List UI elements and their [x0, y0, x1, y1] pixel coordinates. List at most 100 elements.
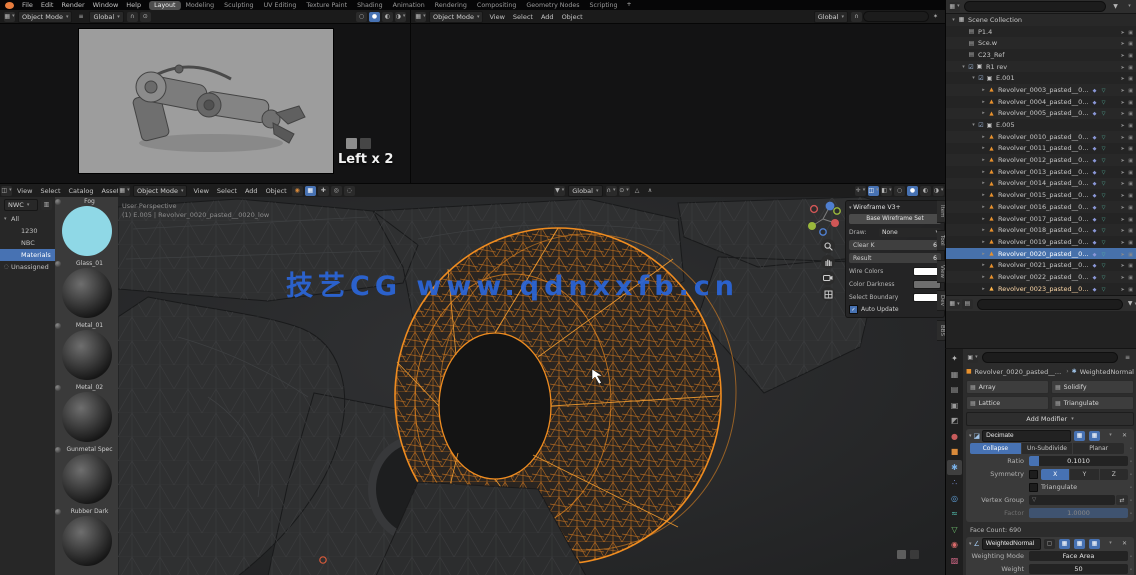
- workspace-tab[interactable]: Rendering: [430, 1, 472, 10]
- properties-options-icon[interactable]: ≡: [1122, 353, 1133, 363]
- properties-search-input[interactable]: [982, 352, 1118, 363]
- properties-tab-icon[interactable]: ■: [947, 444, 962, 460]
- outliner-row[interactable]: ▸ Revolver_0011_pasted__0011_low: [946, 143, 1136, 155]
- menu-item[interactable]: Add: [241, 187, 262, 195]
- np-value-button[interactable]: Clear K 6: [849, 240, 941, 250]
- properties-tab-icon[interactable]: ◉: [947, 537, 962, 553]
- visibility-toggles[interactable]: [1108, 63, 1136, 71]
- menu-item[interactable]: Window: [89, 1, 123, 9]
- visibility-toggles[interactable]: [1108, 86, 1136, 94]
- proportional-edit-icon[interactable]: ⊙: [140, 12, 151, 22]
- favorite-modifier-button[interactable]: Triangulate: [1051, 396, 1134, 410]
- factor-slider[interactable]: 1.0000: [1029, 508, 1128, 518]
- visibility-toggles[interactable]: [1108, 156, 1136, 164]
- search-input[interactable]: [977, 299, 1123, 310]
- expand-caret[interactable]: ▸: [980, 169, 987, 175]
- expand-caret[interactable]: ▸: [980, 110, 987, 116]
- favorite-modifier-button[interactable]: Array: [966, 380, 1049, 394]
- menu-item[interactable]: View: [485, 13, 508, 21]
- expand-caret[interactable]: ▸: [980, 99, 987, 105]
- outliner-row[interactable]: C23_Ref: [946, 49, 1136, 61]
- outliner-row[interactable]: ▸ Revolver_0003_pasted__0003_low: [946, 84, 1136, 96]
- visibility-toggles[interactable]: [1108, 39, 1136, 47]
- catalog-item[interactable]: Materials: [0, 249, 55, 261]
- filter-funnel-icon[interactable]: ▼: [1127, 299, 1136, 309]
- properties-tab-icon[interactable]: ∴: [947, 475, 962, 491]
- expand-caret[interactable]: ▸: [980, 286, 987, 292]
- catalog-item[interactable]: ▾ All: [0, 213, 55, 225]
- overlays-toggle-icon[interactable]: ◫: [868, 186, 879, 196]
- expand-caret[interactable]: ▾: [950, 17, 957, 23]
- expand-caret[interactable]: ▸: [980, 145, 987, 151]
- outliner-row[interactable]: ▾ E.005: [946, 119, 1136, 131]
- library-dropdown[interactable]: NWC: [4, 199, 38, 211]
- outliner-row[interactable]: ▾ Scene Collection: [946, 14, 1136, 26]
- expand-caret[interactable]: ▸: [980, 204, 987, 210]
- menu-item[interactable]: Edit: [37, 1, 58, 9]
- outliner-row[interactable]: ▸ Revolver_0013_pasted__0013_low: [946, 166, 1136, 178]
- editor-type-icon[interactable]: ◫: [1, 186, 12, 196]
- setting-value[interactable]: 50: [1029, 564, 1128, 574]
- filter-funnel-icon[interactable]: ▼: [1110, 2, 1121, 12]
- decimate-mode-button[interactable]: Planar: [1073, 443, 1124, 454]
- on-cage-toggle[interactable]: ▦: [1059, 539, 1070, 549]
- outliner-display-mode-icon[interactable]: ▦: [949, 2, 960, 12]
- outliner-search-input[interactable]: [964, 1, 1106, 12]
- outliner-row[interactable]: ▸ Revolver_0021_pasted__0021_low: [946, 259, 1136, 271]
- solid-shading-icon[interactable]: ●: [907, 186, 918, 196]
- menu-item[interactable]: View: [13, 187, 36, 195]
- perspective-toggle-button[interactable]: [821, 287, 835, 301]
- mirror-icon[interactable]: △: [632, 186, 643, 196]
- modifier-name-field[interactable]: [982, 430, 1071, 442]
- properties-tab-icon[interactable]: ◩: [947, 413, 962, 429]
- expand-caret[interactable]: ▸: [980, 227, 987, 233]
- invert-vertex-group-button[interactable]: ⇄: [1116, 495, 1128, 505]
- outliner-display-mode-icon[interactable]: ▦: [949, 299, 960, 309]
- visibility-toggles[interactable]: [1108, 261, 1136, 269]
- menu-item[interactable]: File: [18, 1, 37, 9]
- outliner-row[interactable]: ▸ Revolver_0016_pasted__0016_low: [946, 201, 1136, 213]
- orientation-dropdown[interactable]: Global: [814, 11, 848, 23]
- editor-type-icon[interactable]: ▦: [119, 186, 130, 196]
- expand-caret[interactable]: ▸: [980, 239, 987, 245]
- expand-caret[interactable]: ▾: [969, 541, 972, 547]
- outliner-row[interactable]: ▸ Revolver_0014_pasted__0014_low: [946, 178, 1136, 190]
- expand-caret[interactable]: ▸: [980, 134, 987, 140]
- menu-item[interactable]: View: [189, 187, 212, 195]
- expand-caret[interactable]: ▸: [980, 274, 987, 280]
- app-logo-icon[interactable]: [5, 2, 14, 9]
- material-shading-icon[interactable]: ◐: [382, 12, 393, 22]
- main-3d-viewport[interactable]: ▦ Object Mode View Select Add Object ◉ ▦…: [118, 183, 945, 575]
- catalog-item[interactable]: 1230: [0, 225, 55, 237]
- outliner-row[interactable]: ▾ E.001: [946, 72, 1136, 84]
- snap-magnet-icon[interactable]: ∩: [851, 12, 862, 22]
- material-ball-icon[interactable]: ◉: [292, 186, 303, 196]
- visibility-toggles[interactable]: [1108, 285, 1136, 293]
- panel-title[interactable]: Wireframe V3+: [849, 204, 941, 211]
- expand-caret[interactable]: ▸: [980, 192, 987, 198]
- material-preview-sphere[interactable]: [62, 330, 112, 380]
- orientation-dropdown[interactable]: Global: [568, 185, 602, 197]
- menu-item[interactable]: Render: [57, 1, 88, 9]
- catalog-item[interactable]: Unassigned: [0, 261, 55, 273]
- outliner-row[interactable]: Sce.w: [946, 37, 1136, 49]
- outliner-row[interactable]: ▸ Revolver_0020_pasted__0020_low: [946, 248, 1136, 260]
- menu-toggle-icon[interactable]: ≡: [75, 12, 86, 22]
- breadcrumb-modifier[interactable]: WeightedNormal: [1080, 368, 1134, 376]
- measure-icon[interactable]: ◎: [331, 186, 342, 196]
- add-workspace-button[interactable]: +: [624, 0, 635, 10]
- mode-dropdown[interactable]: Object Mode: [133, 185, 187, 197]
- favorites-star-icon[interactable]: ✶: [930, 12, 941, 22]
- show-viewport-toggle[interactable]: ▦: [1074, 431, 1085, 441]
- expand-caret[interactable]: ▸: [980, 87, 987, 93]
- annotate-icon[interactable]: ✚: [318, 186, 329, 196]
- visibility-toggles[interactable]: [1108, 238, 1136, 246]
- wireframe-shading-icon[interactable]: ○: [894, 186, 905, 196]
- favorite-modifier-button[interactable]: Lattice: [966, 396, 1049, 410]
- visibility-toggles[interactable]: [1108, 215, 1136, 223]
- visibility-toggles[interactable]: [1108, 51, 1136, 59]
- workspace-tab[interactable]: Geometry Nodes: [521, 1, 584, 10]
- symmetry-axis-button[interactable]: X: [1041, 469, 1069, 480]
- editor-type-icon[interactable]: ▦: [415, 12, 426, 22]
- visibility-toggles[interactable]: [1108, 179, 1136, 187]
